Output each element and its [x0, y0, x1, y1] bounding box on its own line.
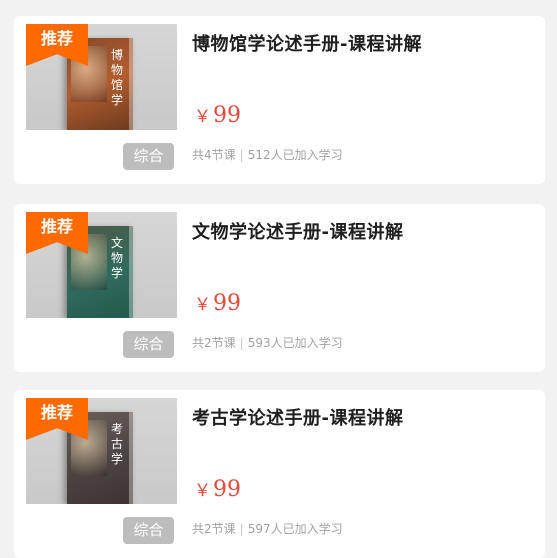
book-spine: [129, 226, 133, 318]
course-title[interactable]: 文物学论述手册-课程讲解: [192, 218, 403, 244]
category-tag: 综合: [123, 331, 174, 358]
course-title[interactable]: 考古学论述手册-课程讲解: [192, 404, 403, 430]
course-card[interactable]: 考古学 推荐 综合 考古学论述手册-课程讲解 ￥99 共2节课 | 597人已加入学…: [14, 390, 545, 558]
learner-count: 597人已加入学习: [247, 522, 343, 536]
book-spine: [129, 412, 133, 504]
course-meta: 共4节课 | 512人已加入学习: [192, 146, 343, 163]
currency-symbol: ￥: [194, 481, 211, 501]
lesson-count: 共4节课: [192, 148, 236, 162]
meta-separator: |: [239, 522, 244, 536]
cover-title: 考古学: [110, 422, 123, 466]
category-tag: 综合: [123, 517, 174, 544]
meta-separator: |: [239, 148, 244, 162]
price-value: 99: [213, 291, 241, 316]
learner-count: 593人已加入学习: [247, 336, 343, 350]
course-price: ￥99: [194, 102, 241, 128]
meta-separator: |: [239, 336, 244, 350]
cover-title: 博物馆学: [110, 48, 123, 107]
course-card[interactable]: 博物馆学 推荐 综合 博物馆学论述手册-课程讲解 ￥99 共4节课 | 512人已加…: [14, 16, 545, 184]
learner-count: 512人已加入学习: [247, 148, 343, 162]
cover-title: 文物学: [110, 236, 123, 280]
book-spine: [129, 38, 133, 130]
price-value: 99: [213, 477, 241, 502]
currency-symbol: ￥: [194, 107, 211, 127]
course-meta: 共2节课 | 593人已加入学习: [192, 334, 343, 351]
course-title[interactable]: 博物馆学论述手册-课程讲解: [192, 30, 422, 56]
category-tag: 综合: [123, 143, 174, 170]
course-price: ￥99: [194, 476, 241, 502]
lesson-count: 共2节课: [192, 336, 236, 350]
course-meta: 共2节课 | 597人已加入学习: [192, 520, 343, 537]
currency-symbol: ￥: [194, 295, 211, 315]
course-card[interactable]: 文物学 推荐 综合 文物学论述手册-课程讲解 ￥99 共2节课 | 593人已加入学…: [14, 204, 545, 372]
price-value: 99: [213, 103, 241, 128]
course-price: ￥99: [194, 290, 241, 316]
course-list: 博物馆学 推荐 综合 博物馆学论述手册-课程讲解 ￥99 共4节课 | 512人已加…: [0, 0, 557, 558]
lesson-count: 共2节课: [192, 522, 236, 536]
